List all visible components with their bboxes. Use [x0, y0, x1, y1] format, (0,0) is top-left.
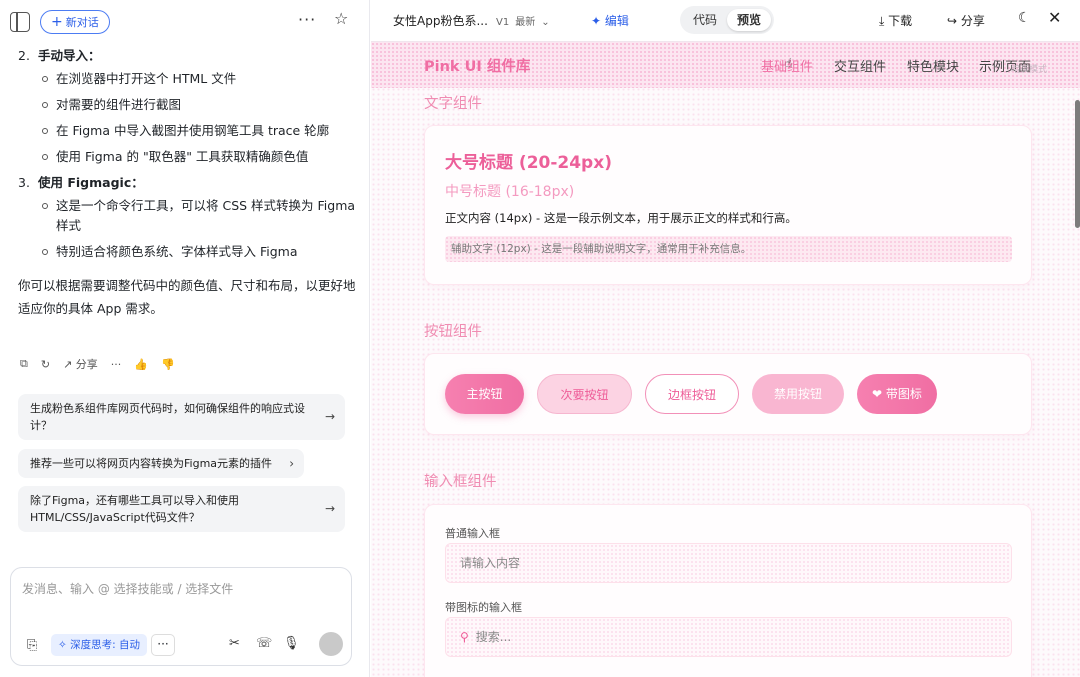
- moon-icon[interactable]: ☾: [1018, 10, 1031, 26]
- dark-mode-ghost-text: 暗夜模式: [1011, 65, 1048, 75]
- arrow-right-icon: →: [324, 409, 335, 424]
- scrollbar[interactable]: [1075, 100, 1080, 228]
- more-options-icon[interactable]: ···: [298, 10, 316, 29]
- text-components-card: 大号标题 (20-24px) 中号标题 (16-18px) 正文内容 (14px…: [424, 125, 1032, 285]
- edit-button[interactable]: ✦ 编辑: [591, 12, 629, 29]
- list-item: 在 Figma 中导入截图并使用钢笔工具 trace 轮廓: [40, 121, 358, 141]
- phone-icon[interactable]: ☏: [256, 636, 272, 651]
- thumbs-down-icon[interactable]: 👎: [161, 358, 175, 371]
- icon-button[interactable]: ❤ 带图标: [857, 374, 937, 414]
- preview-toolbar: 女性App粉色系... V1 最新 ⌄ ✦ 编辑 代码 预览 ⤓ 下载 ↪ 分享 ☾…: [371, 0, 1080, 42]
- step-item: 3. 使用 Figmagic：: [18, 175, 144, 190]
- medium-heading: 中号标题 (16-18px): [445, 184, 575, 200]
- download-icon: ⤓: [879, 14, 889, 28]
- sparkle-icon: ✦: [591, 14, 605, 28]
- section-title-buttons: 按钮组件: [424, 324, 482, 340]
- normal-input-label: 普通输入框: [445, 527, 500, 540]
- list-item: 这是一个命令行工具，可以将 CSS 样式转换为 Figma 样式: [40, 196, 358, 236]
- search-input[interactable]: ⚲ 搜索...: [445, 617, 1012, 657]
- version-selector[interactable]: V1 最新 ⌄: [496, 13, 550, 28]
- summary-paragraph: 你可以根据需要调整代码中的颜色值、尺寸和布局，以更好地适应你的具体 App 需求…: [18, 278, 356, 316]
- copy-icon[interactable]: ⧉: [20, 357, 28, 371]
- outline-button[interactable]: 边框按钮: [645, 374, 739, 414]
- send-avatar[interactable]: [319, 632, 343, 656]
- more-icon[interactable]: ···: [111, 358, 122, 371]
- star-icon[interactable]: ☆: [334, 9, 348, 28]
- suggestion-chip[interactable]: 推荐一些可以将网页内容转换为Figma元素的插件 ›: [18, 449, 304, 478]
- sidebar-toggle-icon[interactable]: [10, 12, 30, 32]
- preview-canvas: Pink UI 组件库 基础组件 交互组件 特色模块 示例页面 暗夜模式 ☝ 文…: [371, 42, 1080, 677]
- search-icon: ⚲: [460, 630, 469, 644]
- list-item: 对需要的组件进行截图: [40, 95, 358, 115]
- more-tools-button[interactable]: ···: [151, 634, 175, 656]
- step-item: 2. 手动导入：: [18, 48, 101, 63]
- plus-icon: +: [51, 14, 63, 30]
- preview-navbar: Pink UI 组件库 基础组件 交互组件 特色模块 示例页面 暗夜模式 ☝: [371, 42, 1080, 88]
- deep-think-toggle[interactable]: ✧ 深度思考: 自动: [51, 634, 148, 656]
- scissors-icon[interactable]: ✂: [229, 636, 240, 651]
- chevron-down-icon: ⌄: [541, 17, 550, 28]
- list-item: 在浏览器中打开这个 HTML 文件: [40, 69, 358, 89]
- microphone-icon[interactable]: 🎙: [283, 636, 300, 651]
- chat-header: + 新对话 ··· ☆: [0, 8, 370, 38]
- message-actions: ⧉ ↻ ↗ 分享 ··· 👍 👎: [20, 355, 175, 373]
- chat-message: 2. 手动导入： 在浏览器中打开这个 HTML 文件 对需要的组件进行截图 在 …: [18, 46, 358, 320]
- input-components-card: 普通输入框 请输入内容 带图标的输入框 ⚲ 搜索...: [424, 504, 1032, 677]
- brand-logo: Pink UI 组件库: [424, 59, 531, 75]
- mouse-cursor-icon: ☝: [785, 56, 793, 70]
- close-icon[interactable]: ✕: [1048, 8, 1061, 27]
- attachment-icon[interactable]: ⎘: [27, 638, 37, 653]
- view-toggle: 代码 预览: [680, 6, 774, 34]
- list-item: 使用 Figma 的 "取色器" 工具获取精确颜色值: [40, 147, 358, 167]
- message-input[interactable]: 发消息、输入 @ 选择技能或 / 选择文件 ⎘ ✧ 深度思考: 自动 ··· ✂…: [10, 567, 352, 666]
- step-sublist: 在浏览器中打开这个 HTML 文件 对需要的组件进行截图 在 Figma 中导入…: [40, 69, 358, 167]
- large-heading: 大号标题 (20-24px): [445, 153, 612, 173]
- input-placeholder: 发消息、输入 @ 选择技能或 / 选择文件: [22, 582, 234, 596]
- tab-preview[interactable]: 预览: [727, 9, 771, 31]
- app-window: + 新对话 ··· ☆ 2. 手动导入： 在浏览器中打开这个 HTML 文件 对需…: [0, 0, 1080, 677]
- nav-feature-modules[interactable]: 特色模块: [907, 56, 959, 75]
- document-title: 女性App粉色系...: [393, 14, 488, 28]
- chevron-right-icon: ›: [289, 456, 294, 470]
- tab-code[interactable]: 代码: [683, 9, 727, 31]
- body-text: 正文内容 (14px) - 这是一段示例文本，用于展示正文的样式和行高。: [445, 211, 797, 225]
- section-title-inputs: 输入框组件: [424, 474, 497, 490]
- share-button[interactable]: ↗ 分享: [63, 356, 98, 372]
- button-components-card: 主按钮 次要按钮 边框按钮 禁用按钮 ❤ 带图标: [424, 353, 1032, 435]
- regenerate-icon[interactable]: ↻: [41, 358, 50, 371]
- primary-button[interactable]: 主按钮: [445, 374, 524, 414]
- share-icon: ↪: [947, 14, 961, 28]
- normal-input[interactable]: 请输入内容: [445, 543, 1012, 583]
- secondary-button[interactable]: 次要按钮: [537, 374, 632, 414]
- section-title-text: 文字组件: [424, 96, 482, 112]
- chat-panel: + 新对话 ··· ☆ 2. 手动导入： 在浏览器中打开这个 HTML 文件 对需…: [0, 0, 370, 677]
- sparkle-icon: ✧: [58, 639, 71, 651]
- arrow-right-icon: →: [324, 501, 335, 516]
- download-button[interactable]: ⤓ 下载: [879, 12, 912, 29]
- share-button[interactable]: ↪ 分享: [947, 12, 985, 29]
- suggestion-chip[interactable]: 除了Figma，还有哪些工具可以导入和使用HTML/CSS/JavaScript…: [18, 486, 345, 532]
- helper-text: 辅助文字 (12px) - 这是一段辅助说明文字，通常用于补充信息。: [445, 236, 1012, 262]
- list-item: 特别适合将颜色系统、字体样式导入 Figma: [40, 242, 358, 262]
- suggestion-chip[interactable]: 生成粉色系组件库网页代码时，如何确保组件的响应式设计？ →: [18, 394, 345, 440]
- disabled-button: 禁用按钮: [752, 374, 844, 414]
- thumbs-up-icon[interactable]: 👍: [134, 358, 148, 371]
- step-sublist: 这是一个命令行工具，可以将 CSS 样式转换为 Figma 样式 特别适合将颜色…: [40, 196, 358, 262]
- new-chat-button[interactable]: + 新对话: [40, 10, 110, 34]
- nav-interactive-components[interactable]: 交互组件: [834, 56, 886, 75]
- icon-input-label: 带图标的输入框: [445, 601, 522, 614]
- heart-icon: ❤: [872, 387, 886, 401]
- share-icon: ↗: [63, 358, 73, 371]
